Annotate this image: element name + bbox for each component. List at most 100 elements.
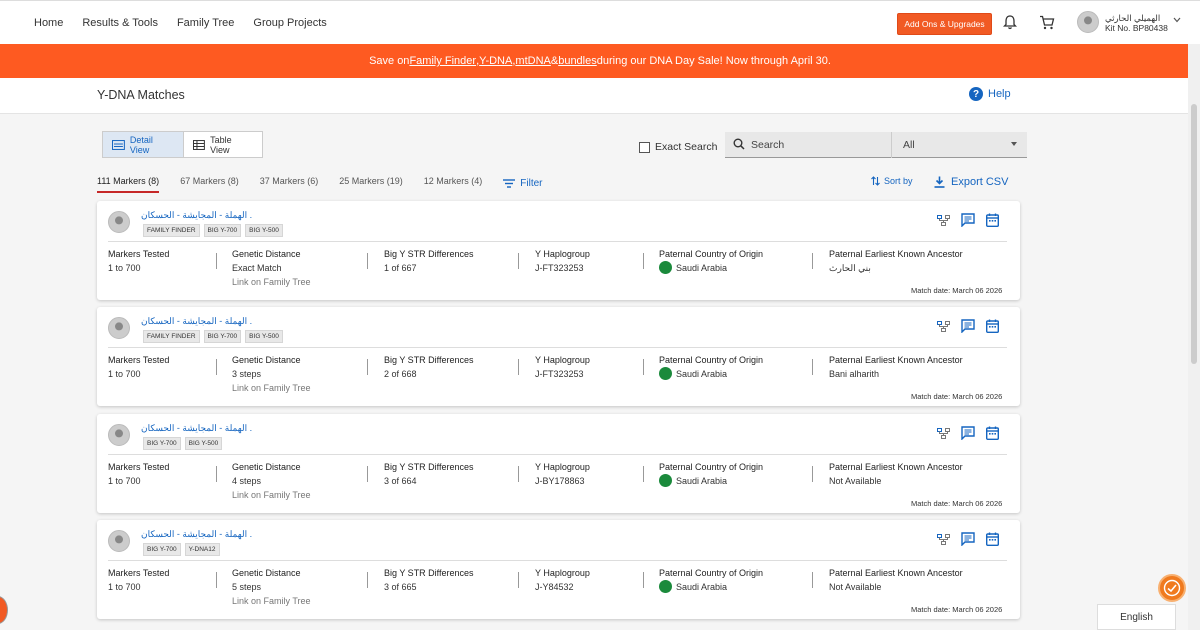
family-tree-icon[interactable] <box>937 533 950 545</box>
notes-icon[interactable] <box>961 532 975 546</box>
notes-icon[interactable] <box>961 213 975 227</box>
distance-value: 4 steps <box>232 474 311 488</box>
exact-search-checkbox[interactable]: Exact Search <box>639 141 717 153</box>
help-label: Help <box>988 88 1011 100</box>
user-name: الهميلي الحارثي <box>1105 13 1161 23</box>
banner-link-mtdna[interactable]: mtDNA <box>515 55 550 67</box>
search-input[interactable]: Search <box>751 139 891 151</box>
match-avatar[interactable] <box>108 317 130 339</box>
banner-link-bundles[interactable]: bundles <box>558 55 597 67</box>
column-separator <box>216 253 217 269</box>
notes-icon[interactable] <box>961 319 975 333</box>
checkbox-box[interactable] <box>639 141 650 153</box>
nav-family-tree[interactable]: Family Tree <box>177 17 234 29</box>
country-value: Saudi Arabia <box>659 580 763 594</box>
top-navigation-bar: Home Results & Tools Family Tree Group P… <box>0 0 1200 44</box>
family-tree-icon[interactable] <box>937 320 950 332</box>
scrollbar-thumb[interactable] <box>1191 104 1197 364</box>
haplo-header: Y Haplogroup <box>535 568 590 578</box>
family-tree-icon[interactable] <box>937 427 950 439</box>
distance-column: Genetic Distance Exact Match Link on Famil… <box>232 247 311 289</box>
family-tree-link[interactable]: Link on Family Tree <box>232 594 311 608</box>
saudi-flag-icon <box>659 580 672 594</box>
nav-home[interactable]: Home <box>34 17 63 29</box>
match-name[interactable]: الهملة - المجايشة - الحسكان . <box>141 316 252 327</box>
export-csv-button[interactable]: Export CSV <box>934 176 1008 188</box>
match-avatar[interactable] <box>108 211 130 233</box>
page-scrollbar[interactable] <box>1188 44 1200 630</box>
tab-111-markers[interactable]: 111 Markers (8) <box>97 176 160 193</box>
country-value-text: Saudi Arabia <box>676 476 728 486</box>
match-avatar[interactable] <box>108 424 130 446</box>
banner-suffix: during our DNA Day Sale! Now through Apr… <box>596 55 831 67</box>
test-badge: BIG Y-700 <box>203 330 242 343</box>
add-ons-upgrades-button[interactable]: Add Ons & Upgrades <box>897 13 992 35</box>
filter-label: Filter <box>520 178 543 189</box>
family-tree-link[interactable]: Link on Family Tree <box>232 381 311 395</box>
country-value-text: Saudi Arabia <box>676 369 728 379</box>
calendar-icon[interactable] <box>986 532 999 546</box>
column-separator <box>518 253 519 269</box>
banner-link-family-finder[interactable]: Family Finder <box>409 55 476 67</box>
match-avatar[interactable] <box>108 530 130 552</box>
search-filter-select[interactable]: All <box>903 139 915 151</box>
haplo-value-text: J-Y84532 <box>535 582 574 592</box>
marker-tabs: 111 Markers (8) 67 Markers (8) 37 Marker… <box>97 176 543 193</box>
nav-results-tools[interactable]: Results & Tools <box>82 17 158 29</box>
str-header: Big Y STR Differences <box>384 249 474 259</box>
markers-value-text: 1 to 700 <box>108 369 141 379</box>
table-view-button[interactable]: Table View <box>184 132 262 157</box>
distance-column: Genetic Distance 4 steps Link on Family Tr… <box>232 460 311 502</box>
test-badge: BIG Y-500 <box>245 330 283 343</box>
cart-icon[interactable] <box>1039 15 1055 30</box>
ancestor-value: Not Available <box>829 580 963 594</box>
distance-value: 3 steps <box>232 367 311 381</box>
distance-value-text: Exact Match <box>232 263 282 273</box>
tab-67-markers[interactable]: 67 Markers (8) <box>180 176 239 193</box>
card-actions <box>937 213 999 227</box>
match-name[interactable]: الهملة - المجايشة - الحسكان . <box>141 423 252 434</box>
detail-view-button[interactable]: Detail View <box>103 132 185 157</box>
accessibility-icon[interactable] <box>1158 574 1186 602</box>
ancestor-column: Paternal Earliest Known Ancestor Bani alh… <box>829 353 963 381</box>
sort-by-button[interactable]: Sort by <box>871 176 913 186</box>
family-tree-link[interactable]: Link on Family Tree <box>232 488 311 502</box>
saudi-flag-icon <box>659 474 672 488</box>
ancestor-header: Paternal Earliest Known Ancestor <box>829 462 963 472</box>
tab-12-markers[interactable]: 12 Markers (4) <box>424 176 483 193</box>
calendar-icon[interactable] <box>986 319 999 333</box>
banner-link-ydna[interactable]: Y-DNA <box>479 55 512 67</box>
user-avatar[interactable] <box>1077 11 1099 33</box>
tab-37-markers[interactable]: 37 Markers (6) <box>260 176 319 193</box>
language-selector[interactable]: English <box>1097 604 1176 630</box>
search-bar: Search All <box>725 132 1027 158</box>
filter-button[interactable]: Filter <box>503 174 543 193</box>
tab-25-markers[interactable]: 25 Markers (19) <box>339 176 403 193</box>
country-value: Saudi Arabia <box>659 367 763 381</box>
family-tree-icon[interactable] <box>937 214 950 226</box>
family-tree-link[interactable]: Link on Family Tree <box>232 275 311 289</box>
page-title: Y-DNA Matches <box>97 88 185 102</box>
notes-icon[interactable] <box>961 426 975 440</box>
match-card: الهملة - المجايشة - الحسكان . BIG Y-700 Y-… <box>97 520 1020 619</box>
ancestor-column: Paternal Earliest Known Ancestor Not Avai… <box>829 460 963 488</box>
ancestor-value: Bani alharith <box>829 367 963 381</box>
card-actions <box>937 532 999 546</box>
haplo-value: J-BY178863 <box>535 474 590 488</box>
ancestor-column: Paternal Earliest Known Ancestor بني الحا… <box>829 247 963 275</box>
calendar-icon[interactable] <box>986 213 999 227</box>
str-header: Big Y STR Differences <box>384 355 474 365</box>
chat-bubble-icon[interactable] <box>0 596 8 624</box>
calendar-icon[interactable] <box>986 426 999 440</box>
nav-group-projects[interactable]: Group Projects <box>253 17 326 29</box>
bell-icon[interactable] <box>1003 15 1017 30</box>
match-name[interactable]: الهملة - المجايشة - الحسكان . <box>141 529 252 540</box>
user-info[interactable]: الهميلي الحارثي Kit No. BP80438 <box>1105 13 1168 33</box>
haplo-value-text: J-FT323253 <box>535 263 584 273</box>
chevron-down-icon[interactable] <box>1173 17 1181 23</box>
haplo-header: Y Haplogroup <box>535 249 590 259</box>
dropdown-arrow-icon[interactable] <box>1011 142 1017 146</box>
help-link[interactable]: ? Help <box>969 87 1011 101</box>
str-value: 2 of 668 <box>384 367 474 381</box>
match-name[interactable]: الهملة - المجايشة - الحسكان . <box>141 210 252 221</box>
